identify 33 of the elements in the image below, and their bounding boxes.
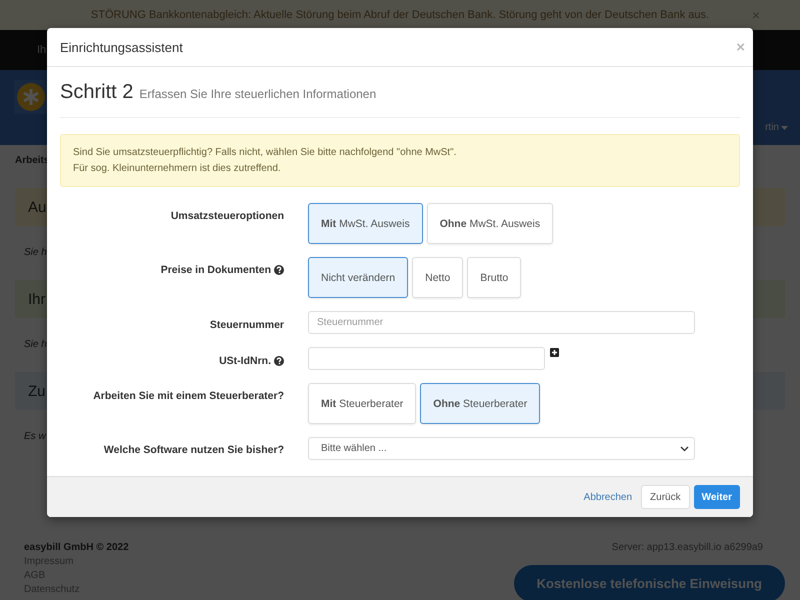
logo-icon[interactable] (14, 80, 48, 114)
step-title: Schritt 2 (60, 81, 134, 104)
panel-text: Es w (24, 431, 46, 442)
add-icon[interactable] (550, 348, 559, 357)
field-label: Welche Software nutzen Sie bisher? (104, 444, 284, 456)
input-field[interactable] (308, 347, 545, 370)
option-button[interactable]: Ohne Steuerberater (420, 383, 540, 424)
option-button[interactable]: Mit Steuerberater (308, 383, 416, 424)
field-label: Arbeiten Sie mit einem Steuerberater? (93, 390, 284, 402)
alert-text: Sind Sie umsatzsteuerpflichtig? Falls nicht, wählen Sie bitte nachfolgend "ohne MwSt". (73, 147, 458, 158)
field-label: USt-IdNrn. (219, 355, 271, 367)
chevron-down-icon (680, 446, 689, 452)
option-button[interactable]: Netto (412, 257, 464, 298)
field-label: Preise in Dokumenten (160, 264, 271, 276)
copyright: easybill GmbH © 2022 (24, 542, 129, 553)
help-icon[interactable] (274, 356, 284, 366)
panel-text: Sie h (24, 247, 47, 258)
option-button[interactable]: Mit MwSt. Ausweis (308, 203, 423, 244)
panel-text: Sie h (24, 339, 47, 350)
step-subtitle: Erfassen Sie Ihre steuerlichen Informationen (139, 87, 376, 101)
field-label: Umsatzsteueroptionen (170, 210, 284, 222)
input-field[interactable]: Steuernummer (308, 311, 695, 334)
option-button[interactable]: Nicht verändern (308, 257, 408, 298)
cancel-link[interactable]: Abbrechen (584, 492, 632, 502)
help-icon[interactable] (274, 265, 284, 275)
next-button[interactable]: Weiter (694, 485, 740, 509)
select-field[interactable]: Bitte wählen ... (308, 437, 695, 460)
alert-text: Für sog. Kleinunternehmern ist dies zutreffend. (73, 163, 282, 174)
option-button[interactable]: Brutto (467, 257, 522, 298)
option-button[interactable]: Ohne MwSt. Ausweis (426, 203, 554, 244)
field-label: Steuernummer (210, 319, 284, 331)
dialog-title: Einrichtungsassistent (60, 40, 183, 54)
back-button[interactable]: Zurück (641, 485, 690, 509)
